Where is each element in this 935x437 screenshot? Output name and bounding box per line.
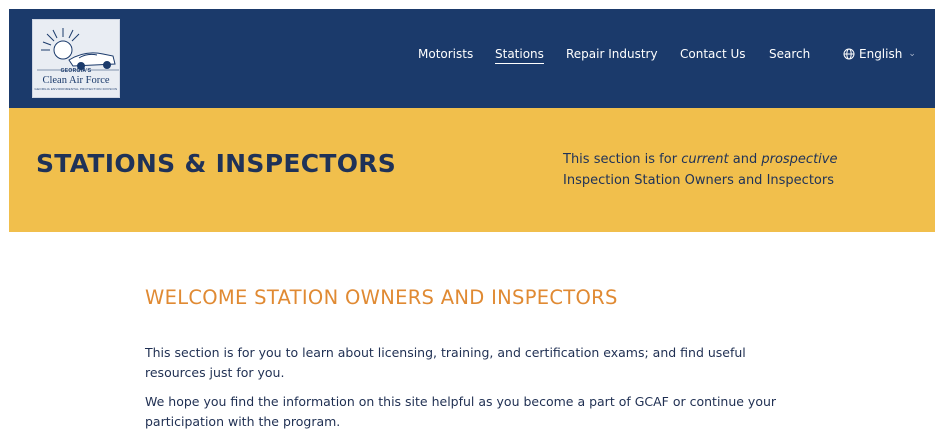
nav-item-contact-us[interactable]: Contact Us (680, 47, 746, 61)
globe-icon (843, 48, 855, 60)
logo-state-text: GEORGIA'S (60, 68, 92, 74)
main-nav: Motorists Stations Repair Industry Conta… (9, 47, 935, 67)
main-content: WELCOME STATION OWNERS AND INSPECTORS Th… (145, 286, 825, 429)
site-header: GEORGIA'S Clean Air Force GEORGIA ENVIRO… (9, 9, 935, 108)
logo-tagline-text: GEORGIA ENVIRONMENTAL PROTECTION DIVISIO… (34, 87, 118, 91)
language-selector[interactable]: English ⌄ (843, 47, 916, 61)
language-label: English (859, 47, 903, 61)
section-banner: STATIONS & INSPECTORS This section is fo… (9, 108, 935, 232)
chevron-down-icon: ⌄ (908, 49, 916, 59)
welcome-heading: WELCOME STATION OWNERS AND INSPECTORS (145, 286, 618, 309)
nav-item-stations[interactable]: Stations (495, 47, 544, 64)
banner-description: This section is for current and prospect… (563, 152, 838, 188)
nav-item-repair-industry[interactable]: Repair Industry (566, 47, 658, 61)
nav-item-search[interactable]: Search (769, 47, 810, 61)
logo-name-text: Clean Air Force (42, 75, 110, 86)
closing-paragraph: We hope you find the information on this… (145, 394, 777, 429)
nav-item-motorists[interactable]: Motorists (418, 47, 473, 61)
page-title: STATIONS & INSPECTORS (36, 149, 397, 178)
intro-paragraph: This section is for you to learn about l… (145, 345, 746, 380)
